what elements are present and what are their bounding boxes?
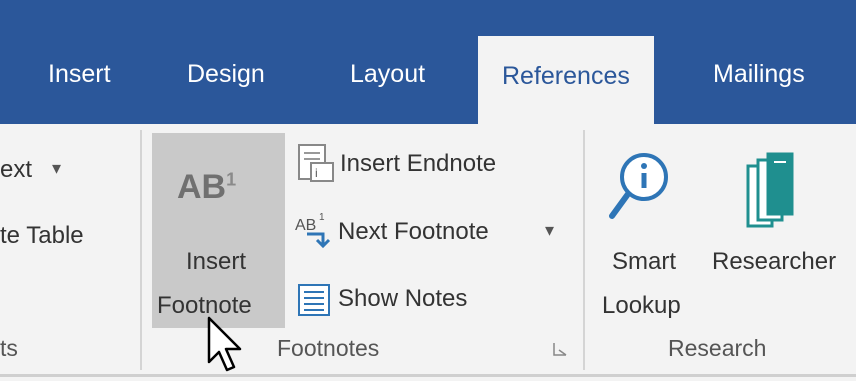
tab-insert[interactable]: Insert: [48, 60, 111, 89]
svg-text:1: 1: [319, 212, 325, 223]
dialog-launcher-icon[interactable]: [553, 342, 567, 356]
tab-layout[interactable]: Layout: [350, 60, 425, 89]
group-separator: [140, 130, 142, 370]
svg-text:AB: AB: [295, 217, 316, 234]
researcher-button[interactable]: Researcher: [712, 248, 836, 276]
left-group-item-1[interactable]: ext: [0, 156, 32, 184]
smart-lookup-icon: [609, 153, 668, 219]
insert-endnote-icon: i: [298, 144, 334, 182]
smart-lookup-label-2[interactable]: Lookup: [602, 292, 681, 320]
tab-design[interactable]: Design: [187, 60, 265, 89]
researcher-icon: [746, 152, 794, 228]
tab-references[interactable]: References: [478, 36, 654, 132]
footnotes-group-label: Footnotes: [277, 335, 380, 361]
show-notes-button[interactable]: Show Notes: [338, 285, 467, 313]
insert-footnote-icon: AB1: [177, 168, 237, 206]
next-footnote-icon: AB 1: [295, 212, 331, 249]
left-group-label: ts: [0, 335, 18, 361]
mouse-cursor-icon: [207, 316, 242, 372]
tab-mailings[interactable]: Mailings: [713, 60, 805, 89]
research-group-label: Research: [668, 335, 767, 361]
next-footnote-dropdown-icon[interactable]: ▾: [545, 220, 554, 241]
insert-endnote-button[interactable]: Insert Endnote: [340, 150, 496, 178]
show-notes-icon: [298, 284, 330, 316]
insert-footnote-label-1: Insert: [186, 248, 247, 275]
chevron-down-icon[interactable]: ▾: [52, 158, 61, 179]
ribbon-bottom-border: [0, 374, 856, 377]
next-footnote-button[interactable]: Next Footnote: [338, 218, 489, 246]
left-group-item-2[interactable]: te Table: [0, 222, 84, 250]
svg-text:i: i: [315, 166, 318, 180]
smart-lookup-label-1[interactable]: Smart: [612, 248, 676, 276]
group-separator: [583, 130, 585, 370]
